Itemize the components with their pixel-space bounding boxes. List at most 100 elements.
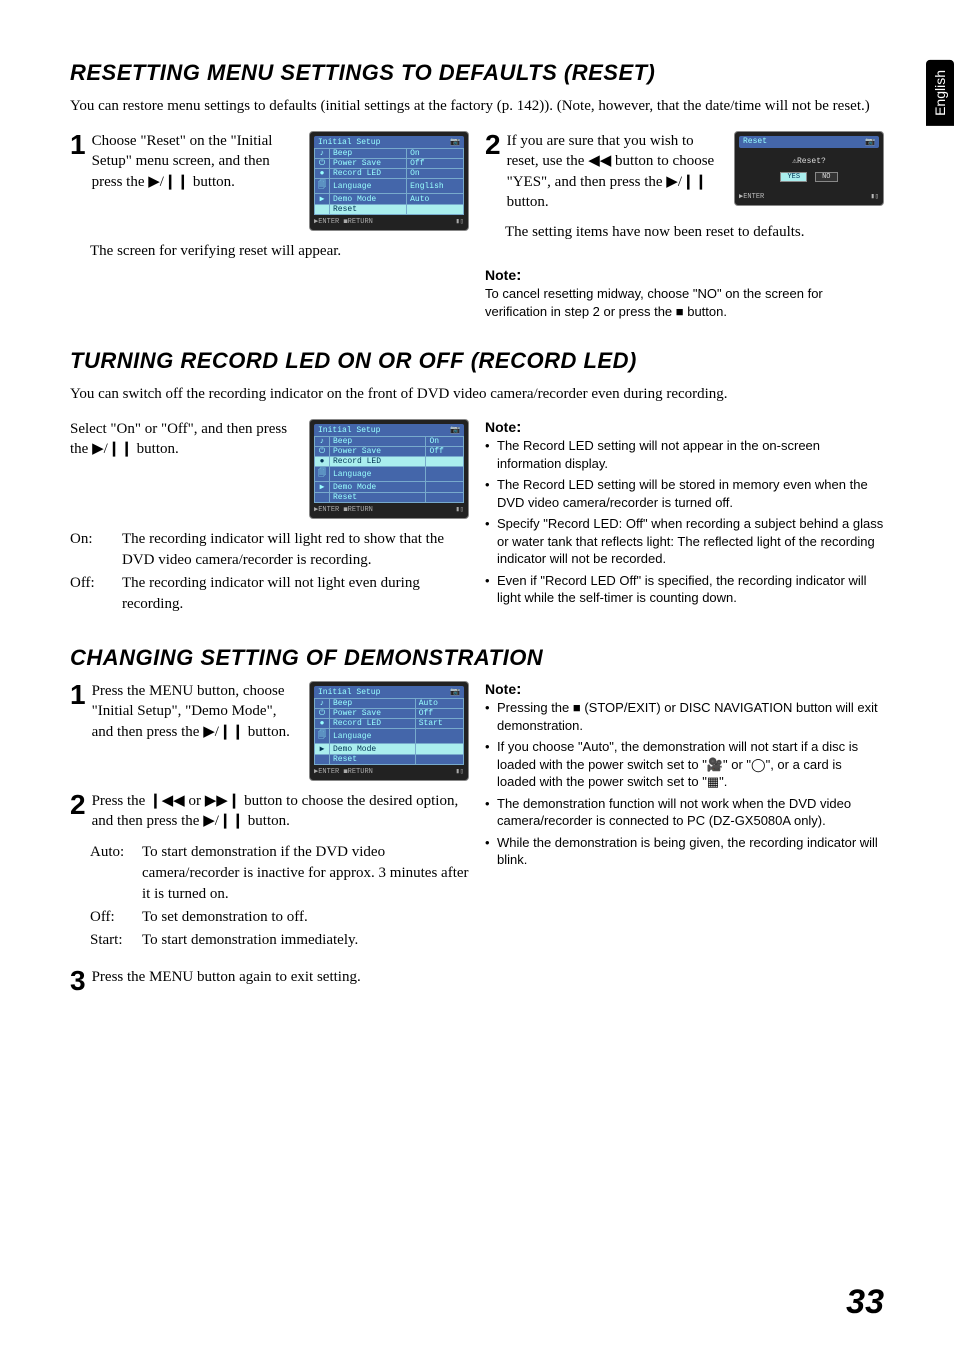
osd-row-val bbox=[415, 755, 463, 765]
osd-row-val: Auto bbox=[407, 194, 464, 205]
osd-return: RETURN bbox=[348, 768, 373, 776]
note-item: Pressing the ■ (STOP/EXIT) or DISC NAVIG… bbox=[485, 699, 884, 734]
osd-row-val: Off bbox=[426, 447, 464, 457]
battery-icon: ▮▯ bbox=[456, 217, 464, 226]
note-heading: Note bbox=[485, 267, 884, 285]
osd-row-label: Record LED bbox=[330, 169, 407, 179]
osd-row-label: Demo Mode bbox=[330, 194, 407, 205]
page-number: 33 bbox=[846, 1283, 884, 1322]
osd-row-val bbox=[426, 493, 464, 503]
osd-row-label: Record LED bbox=[330, 457, 426, 467]
camera-icon: 📷 bbox=[450, 425, 460, 435]
section-title-demo: CHANGING SETTING OF DEMONSTRATION bbox=[70, 645, 884, 671]
note-item: Specify "Record LED: Off" when recording… bbox=[485, 515, 884, 568]
osd-row-label: Power Save bbox=[330, 447, 426, 457]
osd-row-label: Reset bbox=[330, 205, 407, 215]
osd-row-val: Off bbox=[407, 159, 464, 169]
osd-row-val bbox=[415, 729, 463, 744]
osd-row-label: Reset bbox=[330, 493, 426, 503]
osd-title: Initial Setup bbox=[318, 426, 380, 435]
osd-row-val bbox=[415, 744, 463, 755]
osd-row-val bbox=[426, 467, 464, 482]
note-item: The demonstration function will not work… bbox=[485, 795, 884, 830]
osd-enter: ENTER bbox=[318, 218, 339, 226]
section1-step2: If you are sure that you wish to reset, … bbox=[507, 131, 724, 212]
note-item: Even if "Record LED Off" is specified, t… bbox=[485, 572, 884, 607]
osd-initial-setup-reset: Initial Setup📷 ♪BeepOn ⏻Power SaveOff ●R… bbox=[309, 131, 469, 231]
osd-title: Reset bbox=[743, 137, 767, 147]
section1-intro: You can restore menu settings to default… bbox=[70, 96, 884, 117]
section1-sub1: The screen for verifying reset will appe… bbox=[90, 241, 469, 262]
osd-no-button: NO bbox=[815, 172, 837, 182]
osd-return: RETURN bbox=[348, 218, 373, 226]
osd-row-label: Record LED bbox=[330, 719, 416, 729]
osd-row-val: On bbox=[407, 149, 464, 159]
osd-row-val: On bbox=[407, 169, 464, 179]
def-text: To start demonstration if the DVD video … bbox=[142, 842, 469, 905]
osd-row-val: Off bbox=[415, 709, 463, 719]
section3-columns: 1 Press the MENU button, choose "Initial… bbox=[70, 681, 884, 995]
osd-row-val bbox=[407, 205, 464, 215]
def-text: To set demonstration to off. bbox=[142, 907, 469, 928]
section2-columns: Select "On" or "Off", and then press the… bbox=[70, 419, 884, 617]
def-label: Start: bbox=[90, 930, 136, 951]
note-heading: Note bbox=[485, 419, 884, 437]
osd-row-val: Auto bbox=[415, 699, 463, 709]
def-text: To start demonstration immediately. bbox=[142, 930, 469, 951]
def-label: Auto: bbox=[90, 842, 136, 905]
section3-step3: Press the MENU button again to exit sett… bbox=[92, 967, 469, 987]
camera-icon: 📷 bbox=[450, 687, 460, 697]
section2-notes: The Record LED setting will not appear i… bbox=[485, 437, 884, 607]
osd-enter: ENTER bbox=[318, 506, 339, 514]
osd-row-label: Power Save bbox=[330, 159, 407, 169]
section1-note-body: To cancel resetting midway, choose "NO" … bbox=[485, 285, 884, 320]
osd-row-val bbox=[426, 457, 464, 467]
section3-step1: Press the MENU button, choose "Initial S… bbox=[92, 681, 299, 742]
section1-columns: 1 Choose "Reset" on the "Initial Setup" … bbox=[70, 131, 884, 320]
section-title-reset: RESETTING MENU SETTINGS TO DEFAULTS (RES… bbox=[70, 60, 884, 86]
step3-number: 3 bbox=[70, 967, 86, 995]
step2-number: 2 bbox=[70, 791, 86, 819]
note-item: The Record LED setting will not appear i… bbox=[485, 437, 884, 472]
osd-row-val: On bbox=[426, 437, 464, 447]
section2-body1: Select "On" or "Off", and then press the… bbox=[70, 419, 299, 460]
off-label: Off: bbox=[70, 573, 116, 615]
osd-initial-setup-demo: Initial Setup📷 ♪BeepAuto ⏻Power SaveOff … bbox=[309, 681, 469, 781]
osd-row-label: Demo Mode bbox=[330, 744, 416, 755]
on-text: The recording indicator will light red t… bbox=[122, 529, 469, 571]
section3-step2: Press the ❙◀◀ or ▶▶❙ button to choose th… bbox=[92, 791, 469, 832]
battery-icon: ▮▯ bbox=[871, 192, 879, 201]
osd-prompt: ⚠Reset? bbox=[739, 156, 879, 166]
step1-number: 1 bbox=[70, 131, 86, 159]
on-label: On: bbox=[70, 529, 116, 571]
osd-row-label: Beep bbox=[330, 149, 407, 159]
def-label: Off: bbox=[90, 907, 136, 928]
section2-intro: You can switch off the recording indicat… bbox=[70, 384, 884, 405]
osd-row-label: Demo Mode bbox=[330, 482, 426, 493]
section-title-recordled: TURNING RECORD LED ON OR OFF (RECORD LED… bbox=[70, 348, 884, 374]
osd-row-label: Language bbox=[330, 729, 416, 744]
osd-row-label: Power Save bbox=[330, 709, 416, 719]
section1-sub2: The setting items have now been reset to… bbox=[505, 222, 884, 243]
section3-notes: Pressing the ■ (STOP/EXIT) or DISC NAVIG… bbox=[485, 699, 884, 869]
demo-option-defs: Auto:To start demonstration if the DVD v… bbox=[90, 842, 469, 951]
note-heading: Note bbox=[485, 681, 884, 699]
osd-row-val bbox=[426, 482, 464, 493]
osd-row-val: English bbox=[407, 179, 464, 194]
step1-number: 1 bbox=[70, 681, 86, 709]
osd-row-label: Beep bbox=[330, 437, 426, 447]
note-item: If you choose "Auto", the demonstration … bbox=[485, 738, 884, 791]
step2-number: 2 bbox=[485, 131, 501, 159]
osd-initial-setup-recordled: Initial Setup📷 ♪BeepOn ⏻Power SaveOff ●R… bbox=[309, 419, 469, 519]
battery-icon: ▮▯ bbox=[456, 767, 464, 776]
osd-reset-confirm: Reset📷 ⚠Reset? YES NO ▶ENTER▮▯ bbox=[734, 131, 884, 206]
battery-icon: ▮▯ bbox=[456, 505, 464, 514]
camera-icon: 📷 bbox=[450, 137, 460, 147]
osd-title: Initial Setup bbox=[318, 138, 380, 147]
language-tab: English bbox=[926, 60, 954, 126]
osd-row-val: Start bbox=[415, 719, 463, 729]
osd-row-label: Beep bbox=[330, 699, 416, 709]
note-item: The Record LED setting will be stored in… bbox=[485, 476, 884, 511]
osd-row-label: Reset bbox=[330, 755, 416, 765]
osd-yes-button: YES bbox=[780, 172, 807, 182]
